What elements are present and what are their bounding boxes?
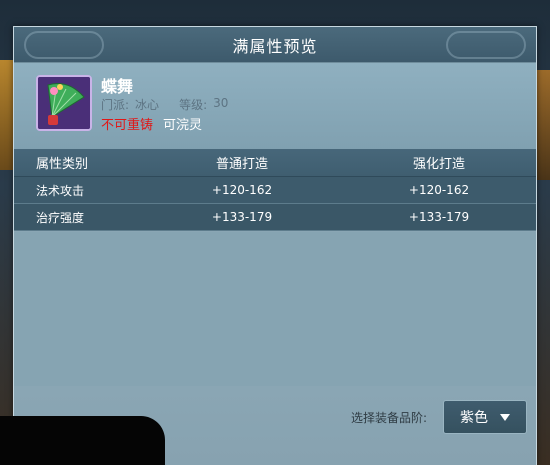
sect-value: 冰心: [135, 98, 160, 112]
chevron-down-icon: [500, 413, 510, 421]
fan-icon[interactable]: [36, 75, 92, 131]
row-enhanced-value: +133-179: [408, 210, 470, 224]
dialog-title: 满属性预览: [232, 36, 318, 56]
background-scene-right: [536, 70, 550, 180]
dialog-title-bar: 满属性预览: [14, 27, 536, 63]
level-value: 30: [213, 96, 229, 110]
item-meta: 门派: 冰心 等级: 30: [101, 96, 228, 113]
row-attribute-name: 治疗强度: [36, 210, 85, 225]
header-attribute-type: 属性类别: [36, 157, 89, 172]
header-normal-forge: 普通打造: [215, 157, 268, 172]
redacted-overlay: [0, 416, 165, 465]
table-row: 治疗强度 +133-179 +133-179: [14, 204, 536, 231]
item-name: 蝶舞: [101, 77, 134, 96]
header-enhanced-forge: 强化打造: [412, 157, 465, 172]
row-enhanced-value: +120-162: [408, 183, 470, 197]
row-normal-value: +133-179: [211, 210, 273, 224]
row-normal-value: +120-162: [211, 183, 273, 197]
fan-icon-graphic: [38, 77, 90, 129]
quality-select-label: 选择装备品阶:: [351, 411, 428, 425]
table-header-row: 属性类别 普通打造 强化打造: [14, 149, 536, 177]
tag-can-refine: 可浣灵: [163, 118, 203, 133]
tag-no-recast: 不可重铸: [101, 118, 154, 133]
attribute-table: 属性类别 普通打造 强化打造 法术攻击 +120-162 +120-162 治疗…: [14, 149, 536, 231]
row-attribute-name: 法术攻击: [36, 183, 85, 198]
level-label: 等级:: [179, 98, 208, 112]
title-ornament-left: [24, 31, 104, 59]
item-tags: 不可重铸 可浣灵: [101, 114, 202, 133]
title-ornament-right: [446, 31, 526, 59]
sect-label: 门派:: [101, 98, 130, 112]
attribute-list-empty-area: [14, 232, 536, 412]
quality-selected-value: 紫色: [460, 410, 488, 426]
table-row: 法术攻击 +120-162 +120-162: [14, 177, 536, 204]
quality-dropdown[interactable]: 紫色: [443, 400, 527, 434]
